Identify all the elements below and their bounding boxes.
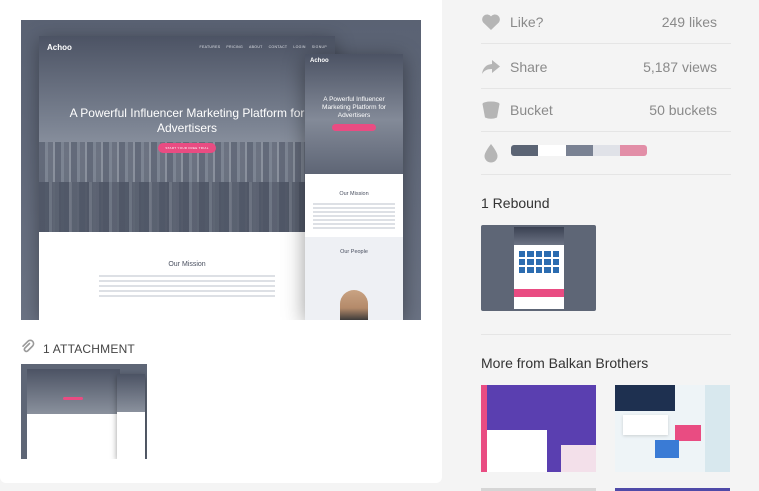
color-palette bbox=[511, 145, 648, 156]
mobile-mockup: Achoo A Powerful Influencer Marketing Pl… bbox=[305, 54, 403, 320]
more-shot-card bbox=[675, 425, 701, 441]
drop-icon bbox=[481, 143, 501, 163]
nav-link: CONTACT bbox=[268, 45, 288, 49]
rebound-grid bbox=[519, 251, 559, 273]
attachments-label: 1 ATTACHMENT bbox=[43, 342, 135, 356]
city-foreground bbox=[39, 182, 335, 232]
achoo-logo: Achoo bbox=[47, 42, 72, 52]
rebound-phone bbox=[514, 227, 564, 309]
mobile-logo: Achoo bbox=[310, 58, 329, 64]
hero-title: A Powerful Influencer Marketing Platform… bbox=[69, 106, 305, 135]
person-photo bbox=[340, 290, 368, 320]
likes-count[interactable]: 249 likes bbox=[662, 14, 717, 30]
mission-text bbox=[99, 275, 275, 300]
more-shot-dark-panel bbox=[615, 385, 675, 411]
shot-page: Achoo FEATURES PRICING ABOUT CONTACT LOG… bbox=[0, 0, 759, 491]
more-shot-thumbnail[interactable] bbox=[615, 385, 730, 472]
more-from-title[interactable]: More from Balkan Brothers bbox=[481, 355, 648, 371]
mobile-mission-text bbox=[313, 203, 395, 231]
nav-link: ABOUT bbox=[249, 45, 263, 49]
more-shot-thumbnail[interactable] bbox=[481, 385, 596, 472]
heart-icon bbox=[481, 12, 501, 32]
bucket-row[interactable]: Bucket 50 buckets bbox=[481, 88, 731, 132]
thumb-desktop bbox=[27, 369, 120, 459]
share-row[interactable]: Share 5,187 views bbox=[481, 45, 731, 89]
section-divider bbox=[481, 334, 731, 335]
hero-cta: START YOUR FREE TRIAL bbox=[158, 143, 216, 153]
paperclip-icon bbox=[20, 339, 36, 360]
like-label: Like? bbox=[510, 13, 544, 30]
nav-link: SIGNUP bbox=[311, 45, 327, 49]
mobile-people-section: Our People bbox=[305, 237, 403, 320]
thumb-mobile-hero bbox=[117, 374, 145, 412]
desktop-nav: Achoo FEATURES PRICING ABOUT CONTACT LOG… bbox=[39, 36, 335, 58]
desktop-mockup: Achoo FEATURES PRICING ABOUT CONTACT LOG… bbox=[39, 36, 335, 320]
like-row[interactable]: Like? 249 likes bbox=[481, 0, 731, 44]
more-shot-card bbox=[623, 415, 668, 435]
mission-title: Our Mission bbox=[168, 261, 206, 268]
nav-link: FEATURES bbox=[199, 45, 221, 49]
rebounds-title[interactable]: 1 Rebound bbox=[481, 195, 550, 211]
color-swatch[interactable] bbox=[511, 145, 539, 156]
bucket-label: Bucket bbox=[510, 101, 553, 118]
views-count: 5,187 views bbox=[643, 58, 717, 75]
mobile-cta bbox=[332, 124, 376, 131]
rebound-pink-bar bbox=[514, 289, 564, 297]
thumb-cta bbox=[63, 397, 83, 400]
mobile-people-title: Our People bbox=[340, 249, 368, 255]
thumb-hero bbox=[27, 369, 120, 414]
nav-links: FEATURES PRICING ABOUT CONTACT LOGIN SIG… bbox=[200, 45, 327, 49]
nav-link: LOGIN bbox=[293, 45, 306, 49]
rebound-thumbnail[interactable] bbox=[481, 225, 596, 311]
mobile-mission-title: Our Mission bbox=[339, 191, 369, 197]
nav-link: PRICING bbox=[226, 45, 244, 49]
color-swatch[interactable] bbox=[538, 145, 566, 156]
color-swatch[interactable] bbox=[592, 145, 621, 156]
more-shot-photo bbox=[561, 445, 596, 472]
share-label: Share bbox=[510, 58, 548, 75]
attachment-thumbnail[interactable] bbox=[21, 364, 147, 459]
shot-image[interactable]: Achoo FEATURES PRICING ABOUT CONTACT LOG… bbox=[21, 20, 421, 320]
rebound-phone-header bbox=[514, 227, 564, 245]
bucket-icon bbox=[481, 100, 501, 120]
color-swatch[interactable] bbox=[565, 145, 593, 156]
more-shot-panel bbox=[487, 430, 547, 472]
shot-card: Achoo FEATURES PRICING ABOUT CONTACT LOG… bbox=[0, 0, 442, 483]
share-arrow-icon bbox=[481, 57, 501, 77]
attachments-header: 1 ATTACHMENT bbox=[20, 339, 135, 360]
buckets-count[interactable]: 50 buckets bbox=[649, 102, 717, 118]
thumb-mobile bbox=[117, 374, 145, 459]
mobile-hero-title: A Powerful Influencer Marketing Platform… bbox=[322, 96, 386, 119]
more-shot-card bbox=[655, 440, 679, 458]
color-swatch[interactable] bbox=[620, 145, 648, 156]
more-shot-light-panel bbox=[705, 385, 730, 472]
